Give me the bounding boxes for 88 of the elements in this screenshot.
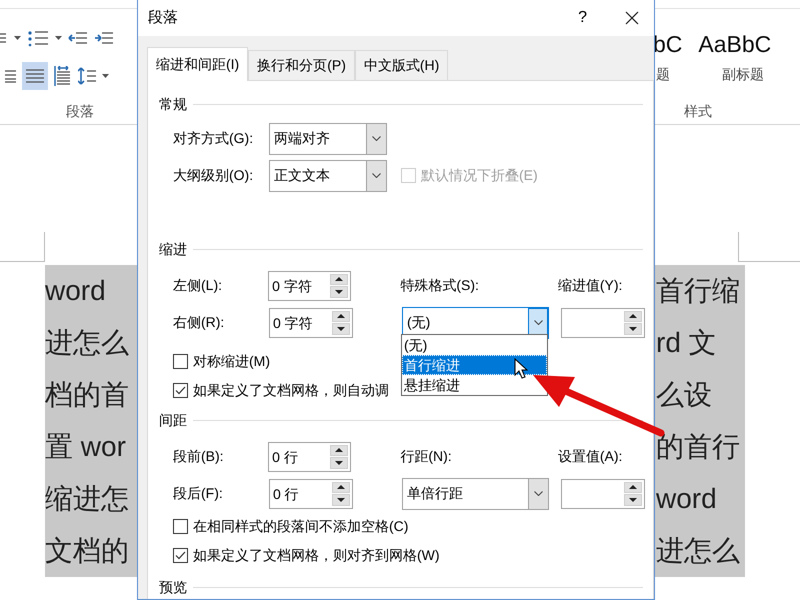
- checkbox-label: 对称缩进(M): [193, 352, 270, 371]
- checkbox[interactable]: [173, 354, 188, 369]
- spin-box[interactable]: 0 行: [269, 478, 353, 508]
- dropdown-option[interactable]: 首行缩进: [402, 355, 547, 375]
- field-label: 大纲级别(O):: [173, 166, 254, 185]
- chevron-down-icon: [534, 491, 543, 496]
- down-arrow-icon: [337, 498, 345, 502]
- section-heading: 缩进: [159, 240, 187, 258]
- dropdown-field[interactable]: 两端对齐: [269, 122, 387, 154]
- field-label: 段前(B):: [173, 447, 225, 466]
- dialog-title: 段落: [148, 8, 179, 28]
- group-label: 样式: [684, 102, 712, 121]
- dropdown-field[interactable]: 单倍行距: [402, 478, 549, 510]
- line-spacing-icon[interactable]: [78, 66, 96, 86]
- document-text: 置 wor: [45, 421, 138, 473]
- spin-box[interactable]: [561, 308, 645, 338]
- document-text: 首行缩: [654, 265, 745, 317]
- checkbox-label: 如果定义了文档网格，则对齐到网格(W): [193, 546, 440, 565]
- field-label: 行距(N):: [400, 447, 453, 466]
- chevron-down-icon: [372, 136, 381, 141]
- document-text: 档的首: [45, 369, 138, 421]
- spin-box[interactable]: 0 字符: [268, 270, 352, 300]
- down-arrow-icon: [335, 290, 344, 294]
- page-corner-mark: [738, 232, 800, 262]
- down-arrow-icon: [629, 498, 637, 502]
- document-text: 的首行: [654, 421, 745, 473]
- up-arrow-icon: [629, 314, 637, 318]
- increase-indent-icon[interactable]: [94, 31, 114, 45]
- chevron-down-icon: [372, 173, 381, 178]
- field-label: 设置值(A):: [558, 447, 624, 466]
- field-label: 对齐方式(G):: [173, 129, 254, 148]
- justify-button[interactable]: [22, 62, 48, 90]
- field-label: 右侧(R):: [173, 313, 226, 332]
- section-heading: 间距: [159, 410, 187, 430]
- dropdown-field[interactable]: 正文文本: [269, 160, 387, 192]
- up-arrow-icon: [629, 485, 637, 490]
- numbered-list-icon[interactable]: [27, 29, 49, 47]
- checkbox[interactable]: [173, 548, 188, 563]
- field-label: 左侧(L):: [173, 276, 223, 295]
- checkbox[interactable]: [173, 383, 188, 398]
- checkbox-label: 默认情况下折叠(E): [421, 166, 538, 185]
- tab[interactable]: 缩进和间距(I): [147, 47, 248, 81]
- tab[interactable]: 中文版式(H): [354, 50, 448, 80]
- checkbox[interactable]: [173, 519, 188, 534]
- chevron-down-icon: [534, 320, 542, 325]
- document-text: 进怎么: [654, 525, 745, 577]
- checkbox-label: 在相同样式的段落间不添加空格(C): [193, 517, 408, 536]
- field-label: 缩进值(Y):: [558, 276, 624, 295]
- document-text: 文档的: [45, 525, 138, 577]
- close-icon[interactable]: [625, 11, 639, 25]
- document-text: word: [654, 473, 745, 525]
- spin-box[interactable]: 0 行: [268, 442, 352, 472]
- style-name: 副标题: [722, 65, 764, 84]
- style-preview[interactable]: AaBbC: [698, 33, 772, 56]
- field-label: 特殊格式(S):: [400, 276, 480, 295]
- help-button[interactable]: ?: [578, 6, 587, 30]
- document-text: 进怎么: [45, 317, 138, 369]
- down-arrow-icon: [337, 326, 345, 331]
- document-text: 么设: [654, 369, 745, 421]
- checkbox-label: 如果定义了文档网格，则自动调: [193, 381, 389, 400]
- down-arrow-icon: [629, 326, 637, 331]
- caret-icon[interactable]: [102, 74, 109, 78]
- field-label: 段后(F):: [173, 484, 224, 503]
- spin-box[interactable]: [561, 478, 645, 508]
- down-arrow-icon: [335, 460, 344, 465]
- up-arrow-icon: [335, 277, 344, 282]
- document-text: word: [45, 265, 138, 317]
- style-name: 题: [656, 65, 670, 84]
- tab[interactable]: 换行和分页(P): [248, 50, 355, 80]
- align-right-icon[interactable]: [2, 69, 16, 83]
- check-icon: [175, 386, 186, 395]
- document-text: 缩进怎: [45, 473, 138, 525]
- check-icon: [175, 551, 186, 560]
- cursor-icon: [514, 358, 528, 379]
- section-heading: 预览: [159, 578, 187, 596]
- justify-icon: [26, 69, 44, 83]
- page-corner-mark: [0, 232, 45, 262]
- decrease-indent-icon[interactable]: [68, 31, 88, 45]
- distributed-icon[interactable]: [54, 66, 72, 86]
- up-arrow-icon: [337, 314, 345, 318]
- up-arrow-icon: [335, 448, 344, 452]
- section-heading: 常规: [159, 94, 187, 114]
- caret-icon[interactable]: [14, 36, 21, 40]
- caret-icon[interactable]: [55, 36, 62, 40]
- spin-box[interactable]: 0 字符: [269, 308, 353, 338]
- up-arrow-icon: [337, 485, 345, 490]
- group-label: 段落: [66, 102, 94, 121]
- document-text: rd 文: [654, 317, 745, 369]
